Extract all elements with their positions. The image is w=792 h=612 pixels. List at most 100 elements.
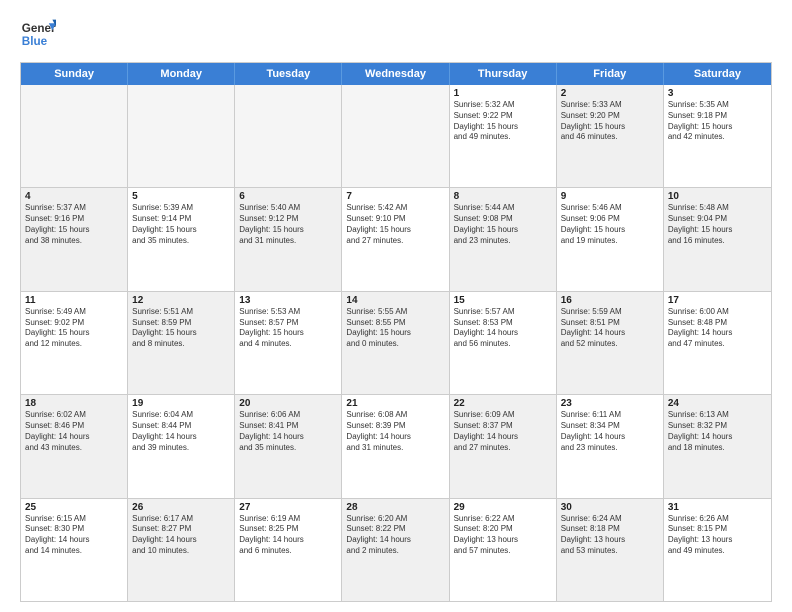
- day-info: Sunrise: 6:11 AM Sunset: 8:34 PM Dayligh…: [561, 410, 659, 453]
- day-number: 2: [561, 88, 659, 99]
- day-number: 12: [132, 295, 230, 306]
- day-number: 22: [454, 398, 552, 409]
- day-info: Sunrise: 5:35 AM Sunset: 9:18 PM Dayligh…: [668, 100, 767, 143]
- calendar-header-tuesday: Tuesday: [235, 63, 342, 85]
- day-cell-11: 11Sunrise: 5:49 AM Sunset: 9:02 PM Dayli…: [21, 292, 128, 394]
- day-info: Sunrise: 5:44 AM Sunset: 9:08 PM Dayligh…: [454, 203, 552, 246]
- day-cell-13: 13Sunrise: 5:53 AM Sunset: 8:57 PM Dayli…: [235, 292, 342, 394]
- day-cell-14: 14Sunrise: 5:55 AM Sunset: 8:55 PM Dayli…: [342, 292, 449, 394]
- day-info: Sunrise: 6:06 AM Sunset: 8:41 PM Dayligh…: [239, 410, 337, 453]
- day-cell-3: 3Sunrise: 5:35 AM Sunset: 9:18 PM Daylig…: [664, 85, 771, 187]
- day-cell-22: 22Sunrise: 6:09 AM Sunset: 8:37 PM Dayli…: [450, 395, 557, 497]
- day-number: 3: [668, 88, 767, 99]
- day-info: Sunrise: 5:49 AM Sunset: 9:02 PM Dayligh…: [25, 307, 123, 350]
- day-number: 27: [239, 502, 337, 513]
- day-info: Sunrise: 5:55 AM Sunset: 8:55 PM Dayligh…: [346, 307, 444, 350]
- day-number: 6: [239, 191, 337, 202]
- day-number: 10: [668, 191, 767, 202]
- day-number: 5: [132, 191, 230, 202]
- empty-cell: [128, 85, 235, 187]
- day-number: 17: [668, 295, 767, 306]
- calendar: SundayMondayTuesdayWednesdayThursdayFrid…: [20, 62, 772, 602]
- calendar-header-saturday: Saturday: [664, 63, 771, 85]
- page: General Blue SundayMondayTuesdayWednesda…: [0, 0, 792, 612]
- day-info: Sunrise: 5:33 AM Sunset: 9:20 PM Dayligh…: [561, 100, 659, 143]
- calendar-header: SundayMondayTuesdayWednesdayThursdayFrid…: [21, 63, 771, 85]
- day-info: Sunrise: 6:26 AM Sunset: 8:15 PM Dayligh…: [668, 514, 767, 557]
- day-number: 19: [132, 398, 230, 409]
- svg-text:Blue: Blue: [22, 35, 48, 48]
- day-cell-29: 29Sunrise: 6:22 AM Sunset: 8:20 PM Dayli…: [450, 499, 557, 601]
- day-cell-16: 16Sunrise: 5:59 AM Sunset: 8:51 PM Dayli…: [557, 292, 664, 394]
- calendar-header-thursday: Thursday: [450, 63, 557, 85]
- day-cell-8: 8Sunrise: 5:44 AM Sunset: 9:08 PM Daylig…: [450, 188, 557, 290]
- day-info: Sunrise: 5:53 AM Sunset: 8:57 PM Dayligh…: [239, 307, 337, 350]
- day-info: Sunrise: 5:59 AM Sunset: 8:51 PM Dayligh…: [561, 307, 659, 350]
- day-number: 11: [25, 295, 123, 306]
- day-cell-1: 1Sunrise: 5:32 AM Sunset: 9:22 PM Daylig…: [450, 85, 557, 187]
- day-cell-7: 7Sunrise: 5:42 AM Sunset: 9:10 PM Daylig…: [342, 188, 449, 290]
- day-cell-27: 27Sunrise: 6:19 AM Sunset: 8:25 PM Dayli…: [235, 499, 342, 601]
- day-number: 21: [346, 398, 444, 409]
- day-number: 25: [25, 502, 123, 513]
- day-cell-5: 5Sunrise: 5:39 AM Sunset: 9:14 PM Daylig…: [128, 188, 235, 290]
- day-number: 9: [561, 191, 659, 202]
- calendar-row-2: 11Sunrise: 5:49 AM Sunset: 9:02 PM Dayli…: [21, 292, 771, 395]
- day-cell-6: 6Sunrise: 5:40 AM Sunset: 9:12 PM Daylig…: [235, 188, 342, 290]
- day-cell-15: 15Sunrise: 5:57 AM Sunset: 8:53 PM Dayli…: [450, 292, 557, 394]
- day-cell-18: 18Sunrise: 6:02 AM Sunset: 8:46 PM Dayli…: [21, 395, 128, 497]
- calendar-row-3: 18Sunrise: 6:02 AM Sunset: 8:46 PM Dayli…: [21, 395, 771, 498]
- day-cell-25: 25Sunrise: 6:15 AM Sunset: 8:30 PM Dayli…: [21, 499, 128, 601]
- day-cell-31: 31Sunrise: 6:26 AM Sunset: 8:15 PM Dayli…: [664, 499, 771, 601]
- day-info: Sunrise: 5:51 AM Sunset: 8:59 PM Dayligh…: [132, 307, 230, 350]
- empty-cell: [235, 85, 342, 187]
- day-info: Sunrise: 5:42 AM Sunset: 9:10 PM Dayligh…: [346, 203, 444, 246]
- day-info: Sunrise: 6:20 AM Sunset: 8:22 PM Dayligh…: [346, 514, 444, 557]
- empty-cell: [342, 85, 449, 187]
- day-info: Sunrise: 5:37 AM Sunset: 9:16 PM Dayligh…: [25, 203, 123, 246]
- calendar-body: 1Sunrise: 5:32 AM Sunset: 9:22 PM Daylig…: [21, 85, 771, 601]
- calendar-header-sunday: Sunday: [21, 63, 128, 85]
- day-number: 1: [454, 88, 552, 99]
- day-cell-4: 4Sunrise: 5:37 AM Sunset: 9:16 PM Daylig…: [21, 188, 128, 290]
- day-number: 20: [239, 398, 337, 409]
- day-cell-28: 28Sunrise: 6:20 AM Sunset: 8:22 PM Dayli…: [342, 499, 449, 601]
- day-number: 28: [346, 502, 444, 513]
- day-number: 23: [561, 398, 659, 409]
- logo: General Blue: [20, 16, 56, 52]
- day-info: Sunrise: 5:32 AM Sunset: 9:22 PM Dayligh…: [454, 100, 552, 143]
- day-cell-2: 2Sunrise: 5:33 AM Sunset: 9:20 PM Daylig…: [557, 85, 664, 187]
- day-info: Sunrise: 6:17 AM Sunset: 8:27 PM Dayligh…: [132, 514, 230, 557]
- day-number: 16: [561, 295, 659, 306]
- day-cell-12: 12Sunrise: 5:51 AM Sunset: 8:59 PM Dayli…: [128, 292, 235, 394]
- day-cell-24: 24Sunrise: 6:13 AM Sunset: 8:32 PM Dayli…: [664, 395, 771, 497]
- day-info: Sunrise: 6:22 AM Sunset: 8:20 PM Dayligh…: [454, 514, 552, 557]
- day-cell-19: 19Sunrise: 6:04 AM Sunset: 8:44 PM Dayli…: [128, 395, 235, 497]
- day-number: 13: [239, 295, 337, 306]
- day-number: 24: [668, 398, 767, 409]
- day-number: 26: [132, 502, 230, 513]
- day-number: 14: [346, 295, 444, 306]
- day-number: 15: [454, 295, 552, 306]
- day-info: Sunrise: 6:19 AM Sunset: 8:25 PM Dayligh…: [239, 514, 337, 557]
- day-cell-30: 30Sunrise: 6:24 AM Sunset: 8:18 PM Dayli…: [557, 499, 664, 601]
- empty-cell: [21, 85, 128, 187]
- day-cell-9: 9Sunrise: 5:46 AM Sunset: 9:06 PM Daylig…: [557, 188, 664, 290]
- calendar-row-0: 1Sunrise: 5:32 AM Sunset: 9:22 PM Daylig…: [21, 85, 771, 188]
- day-number: 4: [25, 191, 123, 202]
- day-info: Sunrise: 5:48 AM Sunset: 9:04 PM Dayligh…: [668, 203, 767, 246]
- day-cell-21: 21Sunrise: 6:08 AM Sunset: 8:39 PM Dayli…: [342, 395, 449, 497]
- day-number: 29: [454, 502, 552, 513]
- day-info: Sunrise: 5:46 AM Sunset: 9:06 PM Dayligh…: [561, 203, 659, 246]
- calendar-row-4: 25Sunrise: 6:15 AM Sunset: 8:30 PM Dayli…: [21, 499, 771, 601]
- calendar-row-1: 4Sunrise: 5:37 AM Sunset: 9:16 PM Daylig…: [21, 188, 771, 291]
- day-info: Sunrise: 6:15 AM Sunset: 8:30 PM Dayligh…: [25, 514, 123, 557]
- day-number: 7: [346, 191, 444, 202]
- calendar-header-wednesday: Wednesday: [342, 63, 449, 85]
- day-cell-23: 23Sunrise: 6:11 AM Sunset: 8:34 PM Dayli…: [557, 395, 664, 497]
- logo-icon: General Blue: [20, 16, 56, 52]
- day-info: Sunrise: 6:00 AM Sunset: 8:48 PM Dayligh…: [668, 307, 767, 350]
- calendar-header-monday: Monday: [128, 63, 235, 85]
- day-number: 30: [561, 502, 659, 513]
- day-info: Sunrise: 6:08 AM Sunset: 8:39 PM Dayligh…: [346, 410, 444, 453]
